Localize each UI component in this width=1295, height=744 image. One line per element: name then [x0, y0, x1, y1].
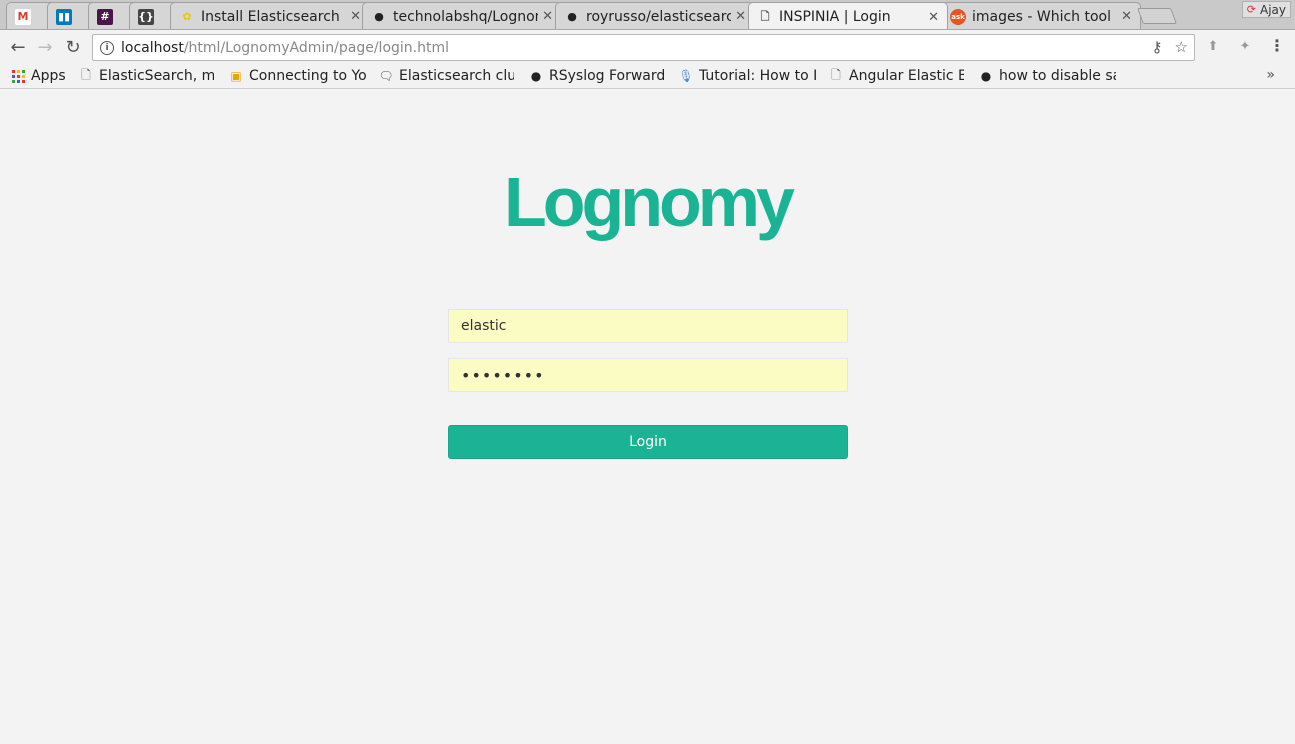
- bookmark-item[interactable]: ● how to disable sa: [978, 67, 1116, 85]
- bookmark-label: Connecting to Yo: [249, 68, 366, 84]
- tab-askubuntu-images[interactable]: ask images - Which tool ✕: [941, 2, 1141, 29]
- close-icon[interactable]: ✕: [928, 10, 939, 25]
- slack-hash-icon: #: [97, 8, 113, 25]
- tab-title: technolabshq/Lognomy: [393, 8, 538, 25]
- comment-icon: 🗨: [378, 69, 394, 83]
- mic-icon: 🎙: [678, 69, 694, 83]
- close-icon[interactable]: ✕: [1121, 9, 1132, 24]
- url-host: localhost: [121, 39, 184, 56]
- tab-title: royrusso/elasticsearch: [586, 8, 732, 25]
- profile-name: Ajay: [1260, 2, 1286, 17]
- password-value: ••••••••: [461, 365, 545, 385]
- bookmark-item[interactable]: ▣ Connecting to Yo: [228, 67, 366, 85]
- tab-royrusso-elasticsearch[interactable]: ● royrusso/elasticsearch ✕: [555, 2, 755, 29]
- reload-button[interactable]: ↻: [61, 35, 85, 59]
- bookmark-item[interactable]: 🗨 Elasticsearch clu: [378, 67, 514, 85]
- new-tab-button[interactable]: [1137, 8, 1177, 24]
- profile-button[interactable]: ⟳ Ajay: [1241, 1, 1291, 18]
- login-page: Lognomy elastic •••••••• Login: [0, 90, 1295, 744]
- page-icon: 🗋: [81, 67, 91, 82]
- tab-strip: M ▮▮ # {} ✿ Install Elasticsearch ✕ ● te…: [0, 0, 1295, 30]
- bookmark-item[interactable]: 🗋 Angular Elastic B: [828, 67, 964, 85]
- tab-title: Install Elasticsearch: [201, 8, 340, 25]
- extension-icon[interactable]: ✦: [1236, 37, 1254, 55]
- box-icon: ▣: [230, 69, 242, 83]
- github-icon: ●: [567, 10, 577, 23]
- trello-icon: ▮▮: [56, 8, 72, 25]
- back-button[interactable]: ←: [6, 35, 30, 59]
- arrow-right-icon: →: [37, 36, 53, 58]
- github-icon: ●: [980, 69, 992, 83]
- tab-title: INSPINIA | Login: [779, 9, 891, 25]
- bookmark-label: Elasticsearch clu: [399, 68, 514, 84]
- elastic-icon: ✿: [182, 10, 192, 23]
- bookmark-apps[interactable]: Apps: [10, 67, 70, 85]
- tab-install-elasticsearch[interactable]: ✿ Install Elasticsearch ✕: [170, 2, 370, 29]
- github-icon: ●: [374, 10, 384, 23]
- url-path: /html/LognomyAdmin/page/login.html: [183, 39, 449, 56]
- page-icon: 🗋: [831, 67, 841, 82]
- username-field[interactable]: elastic: [448, 309, 848, 343]
- page-icon: 🗋: [760, 9, 770, 23]
- askubuntu-icon: ask: [950, 8, 966, 25]
- close-icon[interactable]: ✕: [542, 9, 553, 24]
- forward-button[interactable]: →: [33, 35, 57, 59]
- bookmarks-bar: Apps 🗋 ElasticSearch, ma ▣ Connecting to…: [0, 63, 1295, 89]
- bookmark-label: Tutorial: How to I: [699, 68, 816, 84]
- reload-icon: ↻: [65, 36, 81, 58]
- bookmark-label: Angular Elastic B: [849, 68, 964, 84]
- apps-grid-icon: [10, 68, 26, 84]
- chevron-right-icon[interactable]: »: [1266, 67, 1275, 83]
- bookmark-item[interactable]: 🎙 Tutorial: How to I: [678, 67, 816, 85]
- username-value: elastic: [461, 318, 507, 334]
- info-icon[interactable]: i: [100, 40, 114, 55]
- tab-inspinia-login[interactable]: 🗋 INSPINIA | Login ✕: [748, 2, 948, 29]
- bookmark-label: Apps: [31, 68, 66, 84]
- logo: Lognomy: [504, 163, 795, 241]
- password-field[interactable]: ••••••••: [448, 358, 848, 392]
- menu-icon[interactable]: ⋮: [1269, 36, 1285, 55]
- close-icon[interactable]: ✕: [735, 9, 746, 24]
- bookmark-item[interactable]: ● RSyslog Forwardi: [528, 67, 664, 85]
- login-label: Login: [629, 434, 667, 450]
- key-icon[interactable]: ⚷: [1152, 38, 1163, 56]
- address-bar[interactable]: i localhost/html/LognomyAdmin/page/login…: [92, 34, 1195, 61]
- profile-icon: ⟳: [1246, 3, 1256, 16]
- github-icon: ●: [530, 69, 542, 83]
- arrow-left-icon: ←: [10, 36, 26, 58]
- close-icon[interactable]: ✕: [350, 9, 361, 24]
- gmail-icon: M: [15, 8, 31, 25]
- bookmark-star-icon[interactable]: ☆: [1175, 38, 1188, 56]
- url-text: localhost/html/LognomyAdmin/page/login.h…: [121, 40, 449, 56]
- bookmark-item[interactable]: 🗋 ElasticSearch, ma: [78, 67, 214, 85]
- login-button[interactable]: Login: [448, 425, 848, 459]
- browser-toolbar: ← → ↻ i localhost/html/LognomyAdmin/page…: [0, 31, 1295, 63]
- bookmark-label: ElasticSearch, ma: [99, 68, 214, 84]
- tab-title: images - Which tool: [972, 8, 1111, 25]
- json-braces-icon: {}: [138, 8, 154, 25]
- bookmark-label: RSyslog Forwardi: [549, 68, 664, 84]
- tab-technolabshq-lognomy[interactable]: ● technolabshq/Lognomy ✕: [362, 2, 562, 29]
- bookmark-label: how to disable sa: [999, 68, 1116, 84]
- extension-icon[interactable]: ⬆: [1204, 37, 1222, 55]
